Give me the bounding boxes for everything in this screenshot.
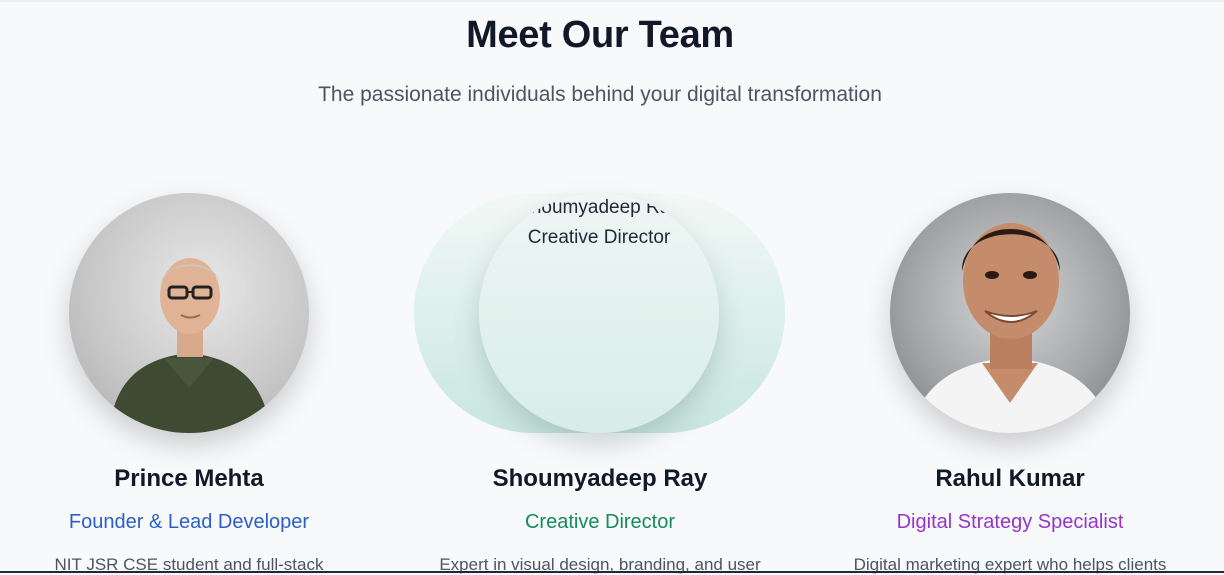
member-role: Digital Strategy Specialist: [896, 511, 1124, 533]
member-name: Prince Mehta: [114, 465, 264, 492]
page-subtitle: The passionate individuals behind your d…: [318, 83, 882, 106]
avatar-shoumyadeep-ray: Shoumyadeep Ray Creative Director: [479, 193, 719, 433]
avatar-prince-mehta: [69, 193, 309, 433]
avatar-rahul-kumar: [890, 193, 1130, 433]
viewport-bottom-border: [0, 571, 1224, 573]
member-role: Creative Director: [524, 511, 676, 533]
member-role: Founder & Lead Developer: [68, 511, 310, 533]
page-title: Meet Our Team: [466, 14, 734, 56]
avatar-alt-name: Shoumyadeep Ray: [518, 197, 680, 218]
member-name: Shoumyadeep Ray: [492, 465, 708, 492]
member-name: Rahul Kumar: [935, 465, 1085, 492]
avatar-alt-role: Creative Director: [527, 227, 671, 248]
